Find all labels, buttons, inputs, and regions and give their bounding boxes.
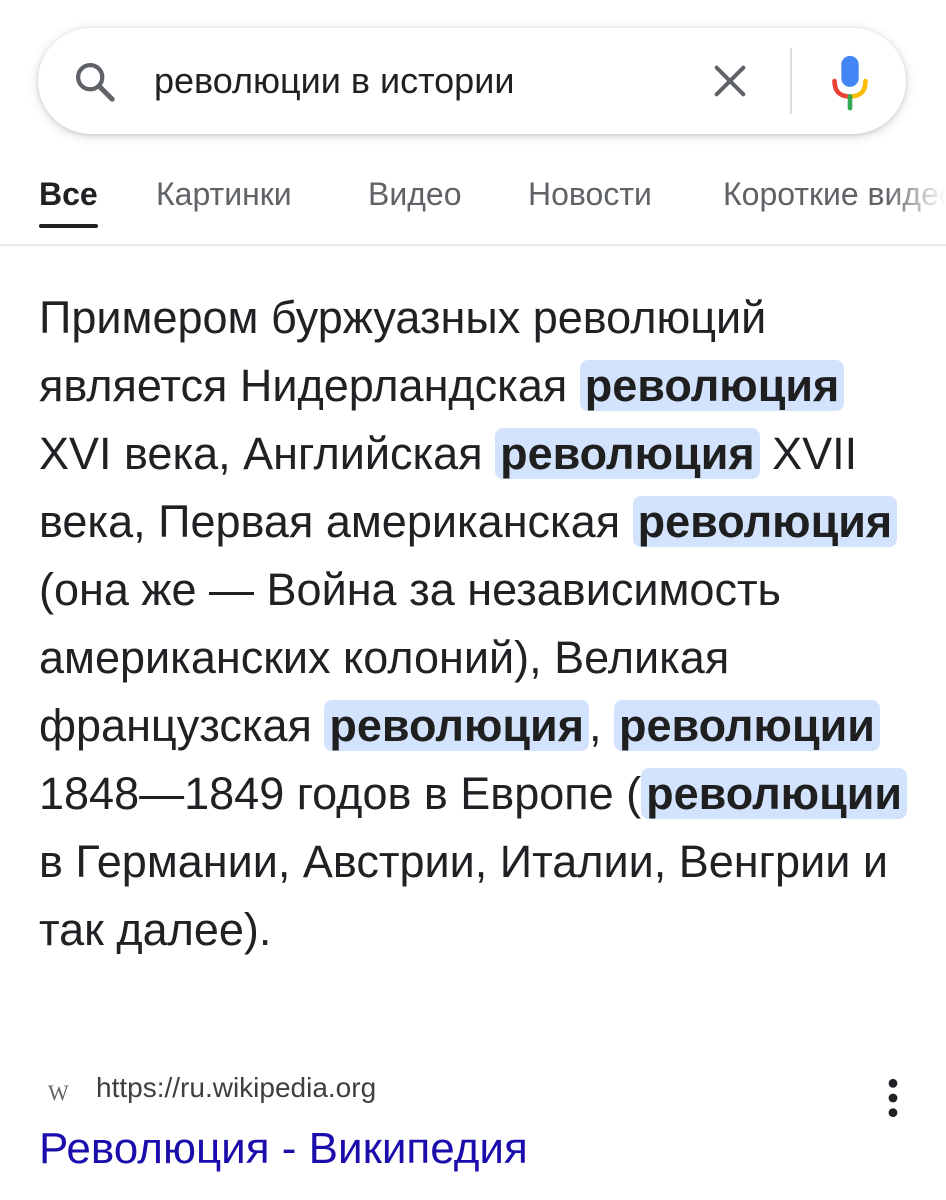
tab-all[interactable]: Все <box>39 176 98 213</box>
result-title-link[interactable]: Революция - Википедия <box>39 1124 528 1174</box>
tab-news[interactable]: Новости <box>528 176 652 213</box>
snippet-highlight: революция <box>324 700 589 751</box>
close-icon[interactable] <box>710 61 750 101</box>
snippet-highlight: революция <box>579 360 845 411</box>
snippet-text: в Германии, Австрии, Италии, Венгрии и т… <box>39 836 889 955</box>
search-bar <box>38 28 906 134</box>
snippet-highlight: революция <box>495 428 760 479</box>
tab-images[interactable]: Картинки <box>156 176 292 213</box>
snippet-text: , <box>588 700 614 751</box>
snippet-highlight: революция <box>632 496 898 547</box>
featured-snippet: Примером буржуазных революций является Н… <box>39 284 919 964</box>
microphone-icon[interactable] <box>830 54 870 112</box>
snippet-text: 1848—1849 годов в Европе ( <box>39 768 642 819</box>
snippet-highlight: революции <box>641 768 908 819</box>
search-icon[interactable] <box>72 59 118 105</box>
search-input[interactable] <box>154 54 674 108</box>
snippet-highlight: революции <box>613 700 880 751</box>
more-vert-icon[interactable] <box>880 1076 906 1120</box>
search-bar-divider <box>790 48 792 114</box>
result-url[interactable]: https://ru.wikipedia.org <box>96 1072 376 1104</box>
active-tab-indicator <box>39 224 98 228</box>
wikipedia-favicon: W <box>48 1080 69 1105</box>
snippet-text: XVI века, Английская <box>39 428 496 479</box>
search-tabs: Все Картинки Видео Новости Короткие виде… <box>0 158 946 246</box>
tabs-fade <box>886 158 946 244</box>
tab-video[interactable]: Видео <box>368 176 461 213</box>
